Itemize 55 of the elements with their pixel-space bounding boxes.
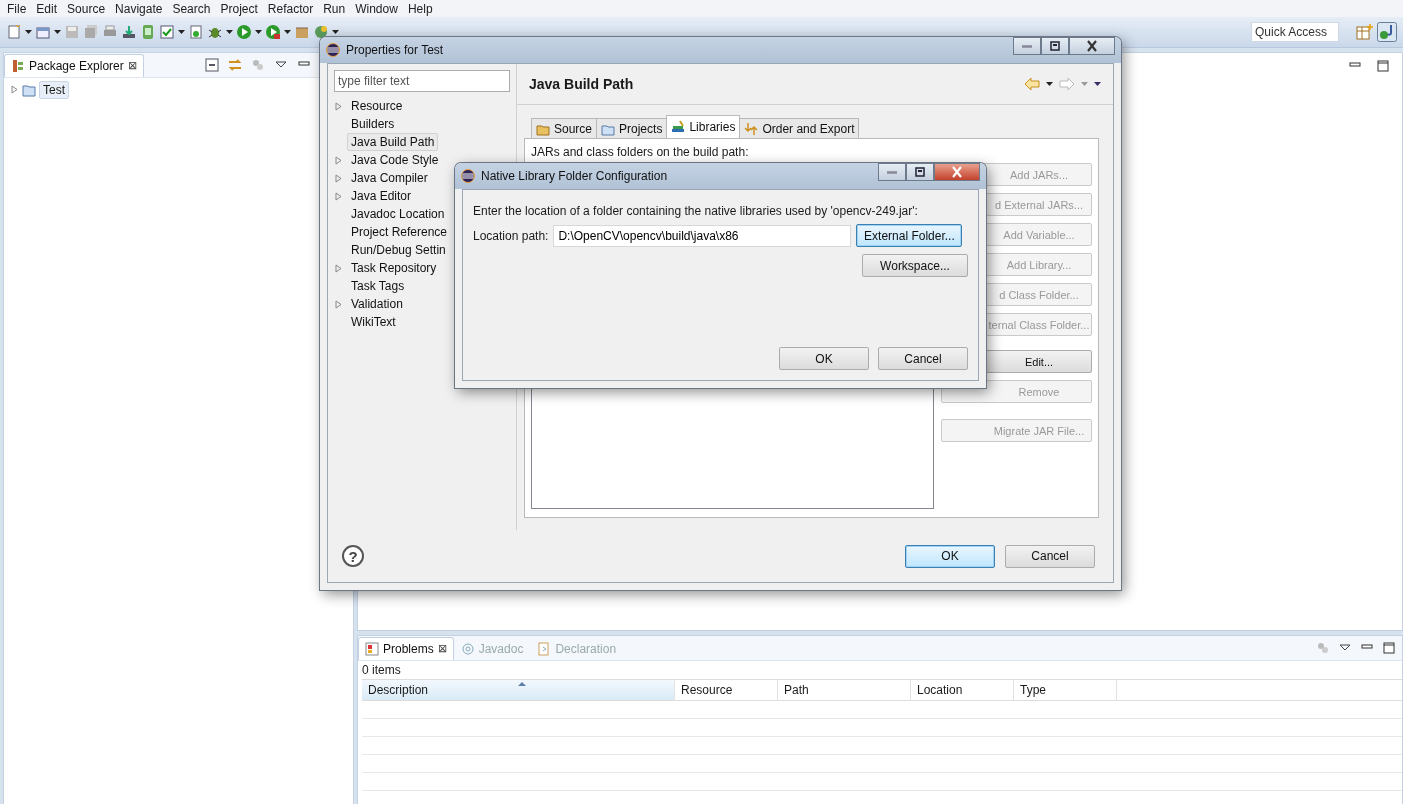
- nav-item[interactable]: Java Compiler: [347, 169, 432, 187]
- menu-item[interactable]: Search: [167, 1, 216, 16]
- nav-item[interactable]: Java Code Style: [347, 151, 443, 169]
- column-header[interactable]: Resource: [675, 680, 778, 700]
- nav-item[interactable]: Run/Debug Settin: [347, 241, 450, 259]
- menu-item[interactable]: Source: [62, 1, 111, 16]
- item-count: 0 items: [361, 662, 402, 679]
- tab[interactable]: Order and Export: [739, 118, 860, 138]
- menu-item[interactable]: Run: [318, 1, 351, 16]
- nav-item[interactable]: Project Reference: [347, 223, 452, 241]
- nav-item[interactable]: Task Tags: [347, 277, 409, 295]
- menu-item[interactable]: Window: [350, 1, 403, 16]
- dialog-button[interactable]: Cancel: [1005, 544, 1095, 568]
- tab[interactable]: Source: [531, 118, 598, 138]
- filter-field[interactable]: type filter text: [334, 70, 510, 92]
- nav-item[interactable]: WikiText: [347, 313, 400, 331]
- nav-item[interactable]: Resource: [347, 97, 407, 115]
- dialog-title: Properties for Test: [346, 43, 444, 57]
- nav-item[interactable]: Task Repository: [347, 259, 441, 277]
- menu-item[interactable]: File: [2, 1, 32, 16]
- menu-item[interactable]: Help: [402, 1, 438, 16]
- field-label: Location path:: [473, 228, 549, 243]
- package-explorer-tab[interactable]: Package Explorer ⊠: [4, 53, 144, 77]
- nav-item[interactable]: Javadoc Location: [347, 205, 449, 223]
- nav-item[interactable]: Builders: [347, 115, 399, 133]
- column-header[interactable]: Description: [362, 680, 675, 700]
- quick-access-field[interactable]: Quick Access: [1251, 22, 1339, 42]
- close-icon[interactable]: ⊠: [437, 642, 447, 655]
- dialog-message: Enter the location of a folder containing the native libraries used by 'opencv-249.jar':: [473, 204, 919, 218]
- dialog-title: Native Library Folder Configuration: [481, 169, 668, 183]
- dialog-button[interactable]: Cancel: [878, 347, 968, 370]
- workspace-button[interactable]: Workspace...: [862, 254, 968, 277]
- menu-item[interactable]: Refactor: [262, 1, 319, 16]
- close-icon[interactable]: ⊠: [127, 59, 137, 72]
- dialog-button[interactable]: OK: [779, 347, 869, 370]
- external-folder-button[interactable]: External Folder...: [856, 224, 963, 247]
- location-path-field[interactable]: D:\OpenCV\opencv\build\java\x86: [553, 224, 852, 247]
- menu-item[interactable]: Navigate: [110, 1, 168, 16]
- nav-item[interactable]: Validation: [347, 295, 407, 313]
- menu-item[interactable]: Project: [215, 1, 263, 16]
- help-button[interactable]: ?: [342, 545, 364, 567]
- column-header[interactable]: Path: [778, 680, 911, 700]
- menu-item[interactable]: Edit: [31, 1, 63, 16]
- tree-item[interactable]: Test: [39, 81, 69, 99]
- page-title: Java Build Path: [529, 76, 634, 92]
- nav-item[interactable]: Java Build Path: [347, 133, 439, 151]
- column-header[interactable]: Location: [911, 680, 1014, 700]
- dialog-button[interactable]: OK: [905, 544, 995, 568]
- view-tab[interactable]: Problems ⊠: [358, 636, 454, 660]
- list-label: JARs and class folders on the build path:: [531, 145, 750, 159]
- nav-item[interactable]: Java Editor: [347, 187, 416, 205]
- tab[interactable]: Libraries: [666, 115, 741, 138]
- tab[interactable]: Projects: [596, 118, 668, 138]
- column-header[interactable]: Type: [1014, 680, 1117, 700]
- view-title: Package Explorer: [29, 58, 124, 73]
